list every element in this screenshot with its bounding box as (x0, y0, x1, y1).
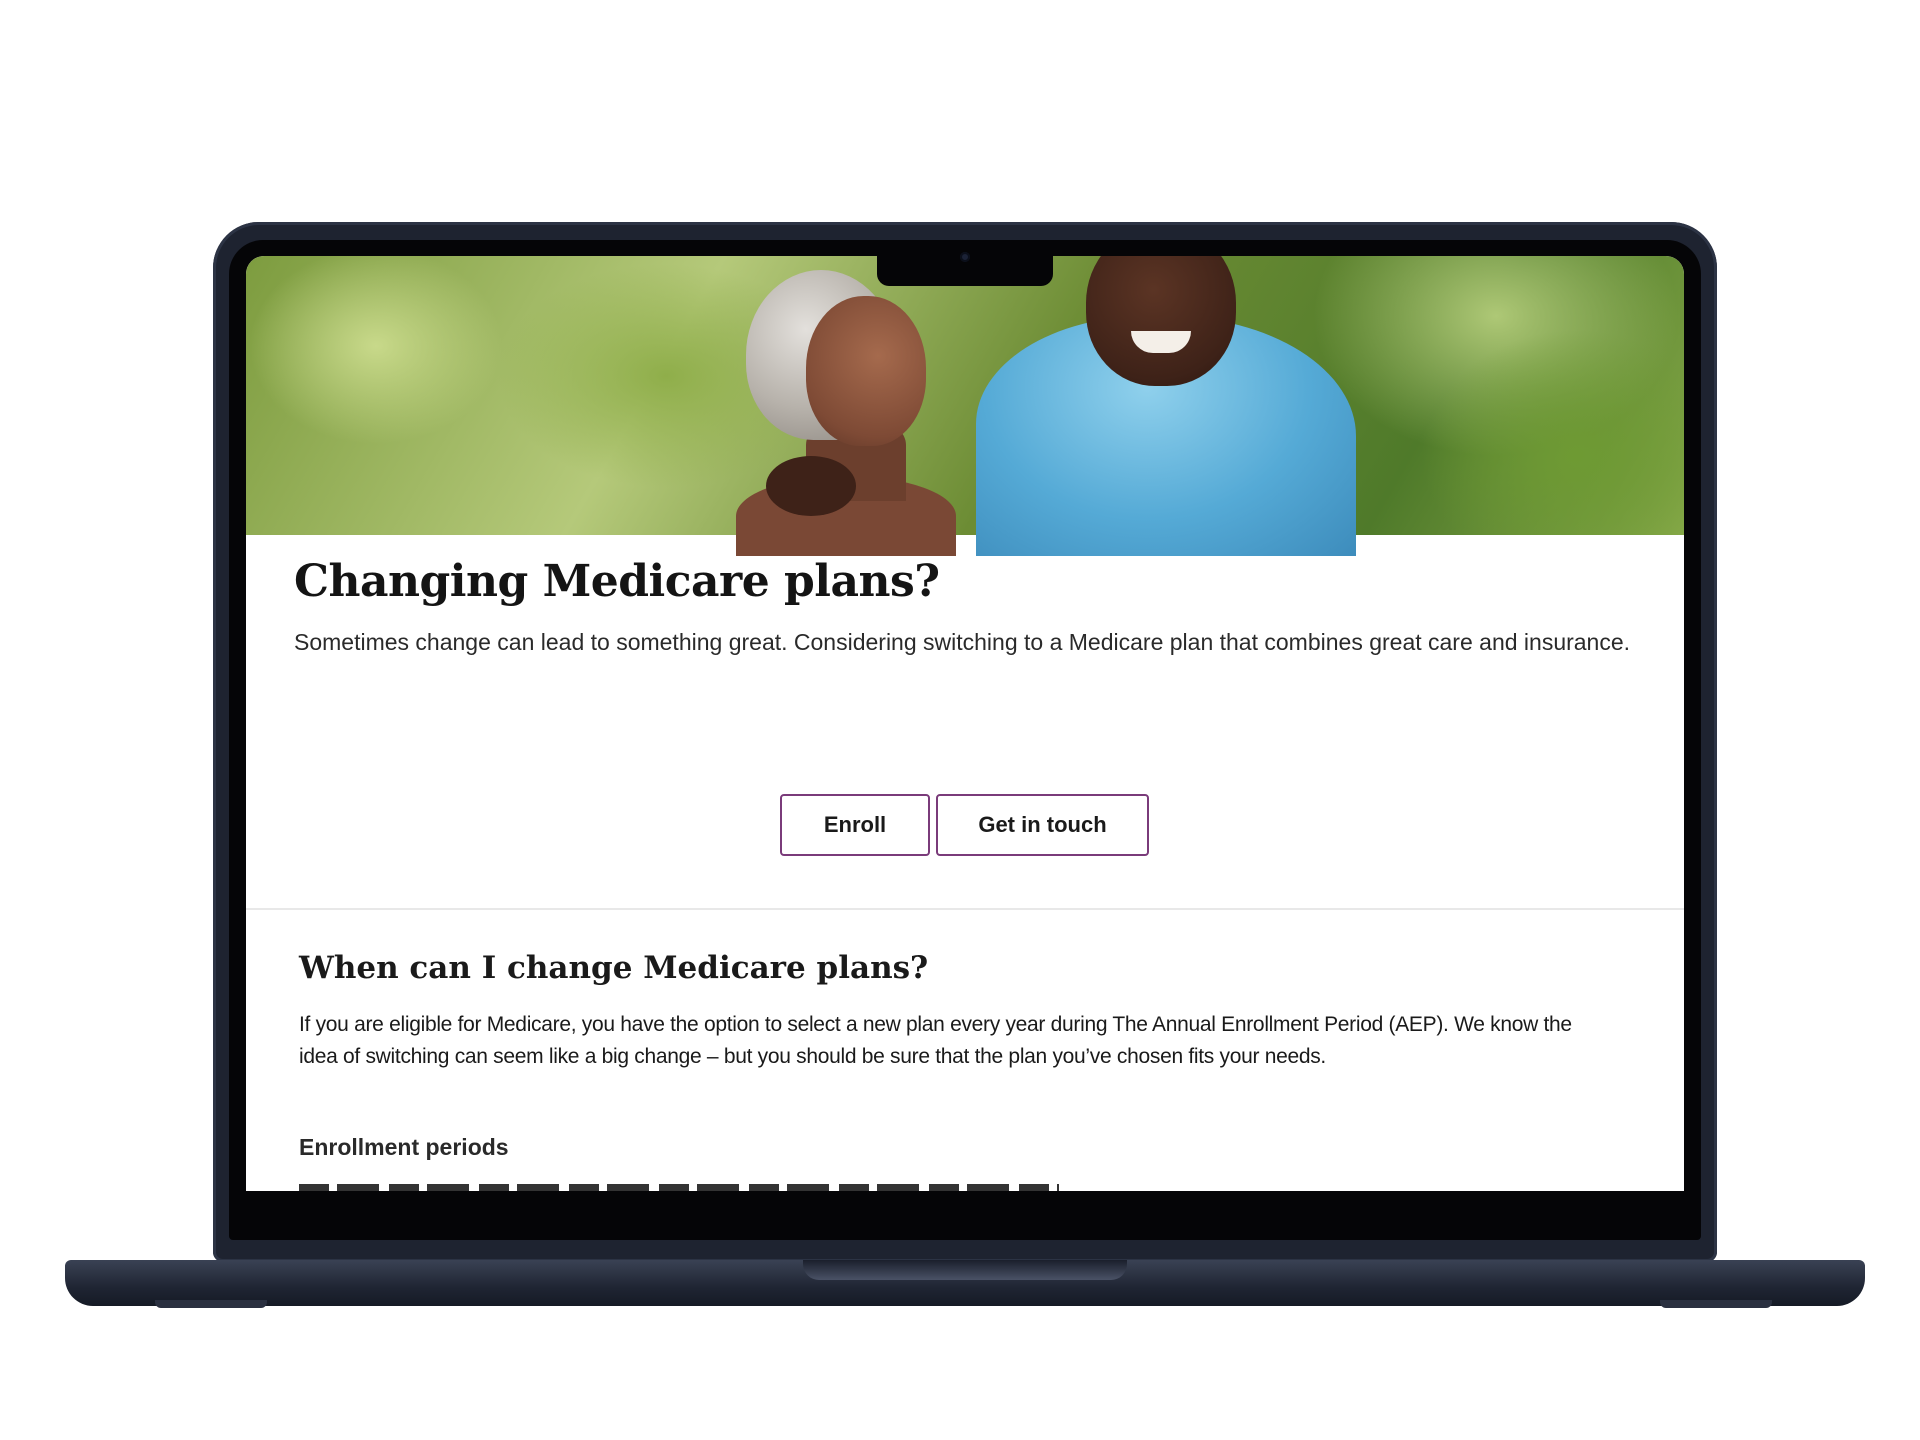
laptop-foot-left (155, 1300, 267, 1308)
enrollment-periods-heading: Enrollment periods (299, 1134, 509, 1160)
hero-man-hand (766, 456, 856, 516)
camera-icon (960, 252, 970, 262)
browser-viewport: Changing Medicare plans? Sometimes chang… (246, 256, 1684, 1191)
get-in-touch-button[interactable]: Get in touch (936, 794, 1149, 856)
screen-chin (229, 1191, 1701, 1217)
page-description: Sometimes change can lead to something g… (294, 629, 1631, 655)
section-body: If you are eligible for Medicare, you ha… (299, 1013, 1572, 1068)
hero-man-head (1086, 256, 1236, 386)
cta-button-row: Enroll Get in touch (780, 794, 1149, 856)
section-divider (246, 908, 1684, 910)
cut-off-text (299, 1184, 1099, 1191)
enroll-button[interactable]: Enroll (780, 794, 930, 856)
laptop-foot-right (1660, 1300, 1772, 1308)
laptop-hinge-notch (803, 1260, 1127, 1280)
section-title: When can I change Medicare plans? (299, 950, 929, 986)
page-title: Changing Medicare plans? (294, 556, 940, 607)
hero-woman-face (806, 296, 926, 446)
hero-image (246, 256, 1684, 556)
laptop-mockup: Changing Medicare plans? Sometimes chang… (0, 0, 1920, 1440)
